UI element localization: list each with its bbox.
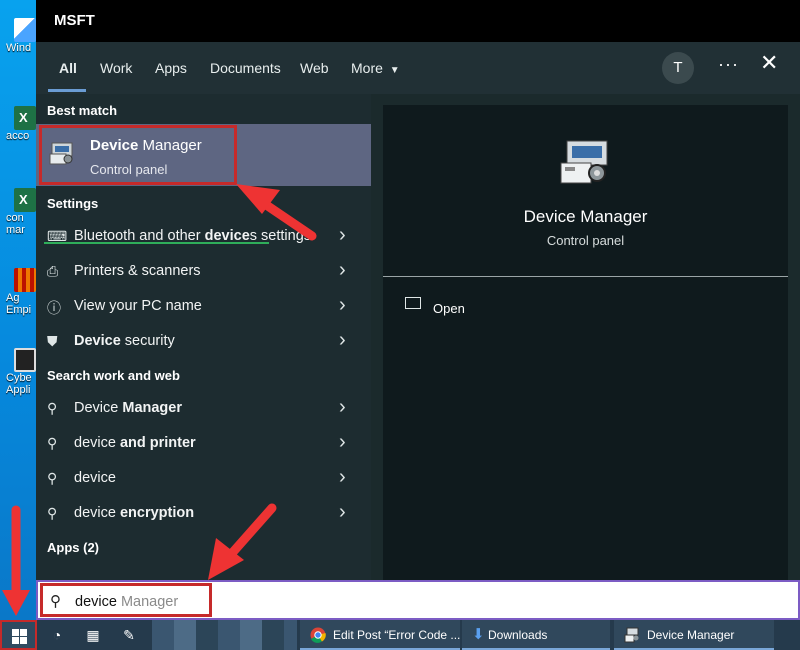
- taskbar-item-device-manager[interactable]: Device Manager: [614, 620, 774, 650]
- chevron-right-icon: ›: [339, 431, 346, 453]
- web-result-device[interactable]: ⚲ device ›: [36, 461, 371, 496]
- window-title: MSFT: [54, 12, 95, 29]
- taskbar-item-chrome[interactable]: Edit Post “Error Code ...: [300, 620, 460, 650]
- account-avatar[interactable]: T: [662, 52, 694, 84]
- preview-subtitle: Control panel: [546, 233, 625, 248]
- chevron-right-icon: ›: [339, 466, 346, 488]
- search-web-heading: Search work and web: [47, 368, 180, 383]
- start-button[interactable]: [0, 620, 37, 650]
- web-result-label: Device Manager: [74, 400, 182, 416]
- chevron-right-icon: ›: [339, 329, 346, 351]
- desktop-icon-label: Wind: [6, 42, 32, 54]
- open-icon: [405, 297, 421, 309]
- taskbar-item-label: Edit Post “Error Code ...: [333, 628, 461, 642]
- desktop-icon-4[interactable]: Ag Empi: [6, 268, 36, 316]
- scope-tabs: All Work Apps Documents Web More ▼ T ···…: [36, 42, 800, 94]
- taskbar-item-label: Downloads: [488, 628, 548, 642]
- chevron-right-icon: ›: [339, 259, 346, 281]
- chevron-right-icon: ›: [339, 224, 346, 246]
- search-icon: ⚲: [47, 470, 58, 486]
- desktop-icon-3[interactable]: con mar: [6, 188, 36, 236]
- taskbar: ◔ ▦ ✎ Edit Post “Error Code ... ⬇ Downlo…: [0, 620, 800, 650]
- desktop-icon-2[interactable]: acco: [6, 106, 36, 142]
- open-action[interactable]: Open: [433, 301, 465, 316]
- settings-item-label: Device security: [74, 333, 175, 349]
- settings-heading: Settings: [47, 196, 99, 211]
- device-manager-icon: [560, 140, 608, 184]
- chevron-right-icon: ›: [339, 294, 346, 316]
- pc-info-icon: ⓘ: [47, 300, 61, 316]
- preview-title: Device Manager: [523, 207, 648, 226]
- web-result-label: device encryption: [74, 505, 195, 521]
- download-icon: ⬇: [472, 626, 485, 643]
- excel-file-icon: [14, 106, 36, 130]
- calculator-icon[interactable]: ▦: [84, 626, 102, 644]
- desktop-background: Wind acco con mar Ag Empi Cybe Appli: [0, 0, 36, 620]
- active-tab-indicator: [48, 89, 86, 92]
- tab-apps[interactable]: Apps: [155, 60, 187, 76]
- more-options-button[interactable]: ···: [718, 54, 739, 75]
- web-result-device-manager[interactable]: ⚲ Device Manager ›: [36, 391, 371, 426]
- close-icon[interactable]: ✕: [760, 50, 778, 76]
- highlight-box: [40, 583, 212, 617]
- windows-logo-icon: [12, 629, 27, 644]
- settings-item-label: View your PC name: [74, 298, 202, 314]
- desktop-icon-label: con mar: [6, 212, 25, 236]
- highlight-box: [39, 125, 237, 185]
- desktop-icon-5[interactable]: Cybe Appli: [6, 348, 36, 396]
- tab-more[interactable]: More ▼: [351, 60, 400, 76]
- tab-work[interactable]: Work: [100, 60, 132, 76]
- desktop-icon-label: Ag Empi: [6, 292, 32, 316]
- archive-file-icon: [14, 268, 36, 292]
- settings-item-pc-name[interactable]: ⓘ View your PC name ›: [36, 289, 371, 324]
- printer-icon: ⎙: [47, 263, 59, 279]
- web-result-label: device: [74, 470, 116, 486]
- tab-web[interactable]: Web: [300, 60, 329, 76]
- search-panel: MSFT All Work Apps Documents Web More ▼ …: [36, 0, 800, 580]
- desktop-icon-1[interactable]: Wind: [6, 18, 36, 54]
- settings-item-label: Printers & scanners: [74, 263, 201, 279]
- task-view-icon[interactable]: ◔: [48, 626, 66, 644]
- excel-file-icon: [14, 188, 36, 212]
- taskbar-item-downloads[interactable]: ⬇ Downloads: [462, 620, 610, 650]
- search-icon: ⚲: [47, 400, 58, 416]
- blurred-taskbar-area: [152, 620, 297, 650]
- device-manager-icon: [624, 627, 639, 643]
- chevron-down-icon: ▼: [389, 65, 400, 76]
- title-bar: MSFT: [36, 0, 800, 42]
- web-result-device-encryption[interactable]: ⚲ device encryption ›: [36, 496, 371, 531]
- search-bar[interactable]: ⚲ device Manager: [36, 580, 800, 620]
- windows-shortcut-icon: [14, 18, 36, 42]
- green-underline-markup: [44, 242, 269, 244]
- tab-all[interactable]: All: [59, 60, 77, 76]
- settings-item-bluetooth[interactable]: ⌨ Bluetooth and other devices settings ›: [36, 219, 371, 254]
- tab-documents[interactable]: Documents: [210, 60, 281, 76]
- search-icon: ⚲: [47, 505, 58, 521]
- best-match-heading: Best match: [47, 103, 118, 118]
- taskbar-item-label: Device Manager: [647, 628, 735, 642]
- desktop-icon-label: Cybe Appli: [6, 372, 32, 396]
- chrome-icon: [310, 627, 326, 643]
- web-result-label: device and printer: [74, 435, 196, 451]
- settings-item-printers[interactable]: ⎙ Printers & scanners ›: [36, 254, 371, 289]
- apps-heading[interactable]: Apps (2): [47, 540, 99, 555]
- results-list: Best match Device Manager Control panel …: [36, 94, 371, 580]
- chevron-right-icon: ›: [339, 501, 346, 523]
- chevron-right-icon: ›: [339, 396, 346, 418]
- paint-icon[interactable]: ✎: [120, 626, 138, 644]
- shield-icon: ⛊: [47, 333, 58, 349]
- app-shortcut-icon: [14, 348, 36, 372]
- web-result-device-and-printer[interactable]: ⚲ device and printer ›: [36, 426, 371, 461]
- best-match-result[interactable]: Device Manager Control panel: [36, 124, 371, 186]
- preview-pane: Device Manager Control panel Open: [383, 105, 788, 580]
- settings-item-device-security[interactable]: ⛊ Device security ›: [36, 324, 371, 359]
- desktop-icon-label: acco: [6, 130, 30, 142]
- search-icon: ⚲: [47, 435, 58, 451]
- tab-more-label: More: [351, 60, 383, 76]
- divider: [383, 276, 788, 277]
